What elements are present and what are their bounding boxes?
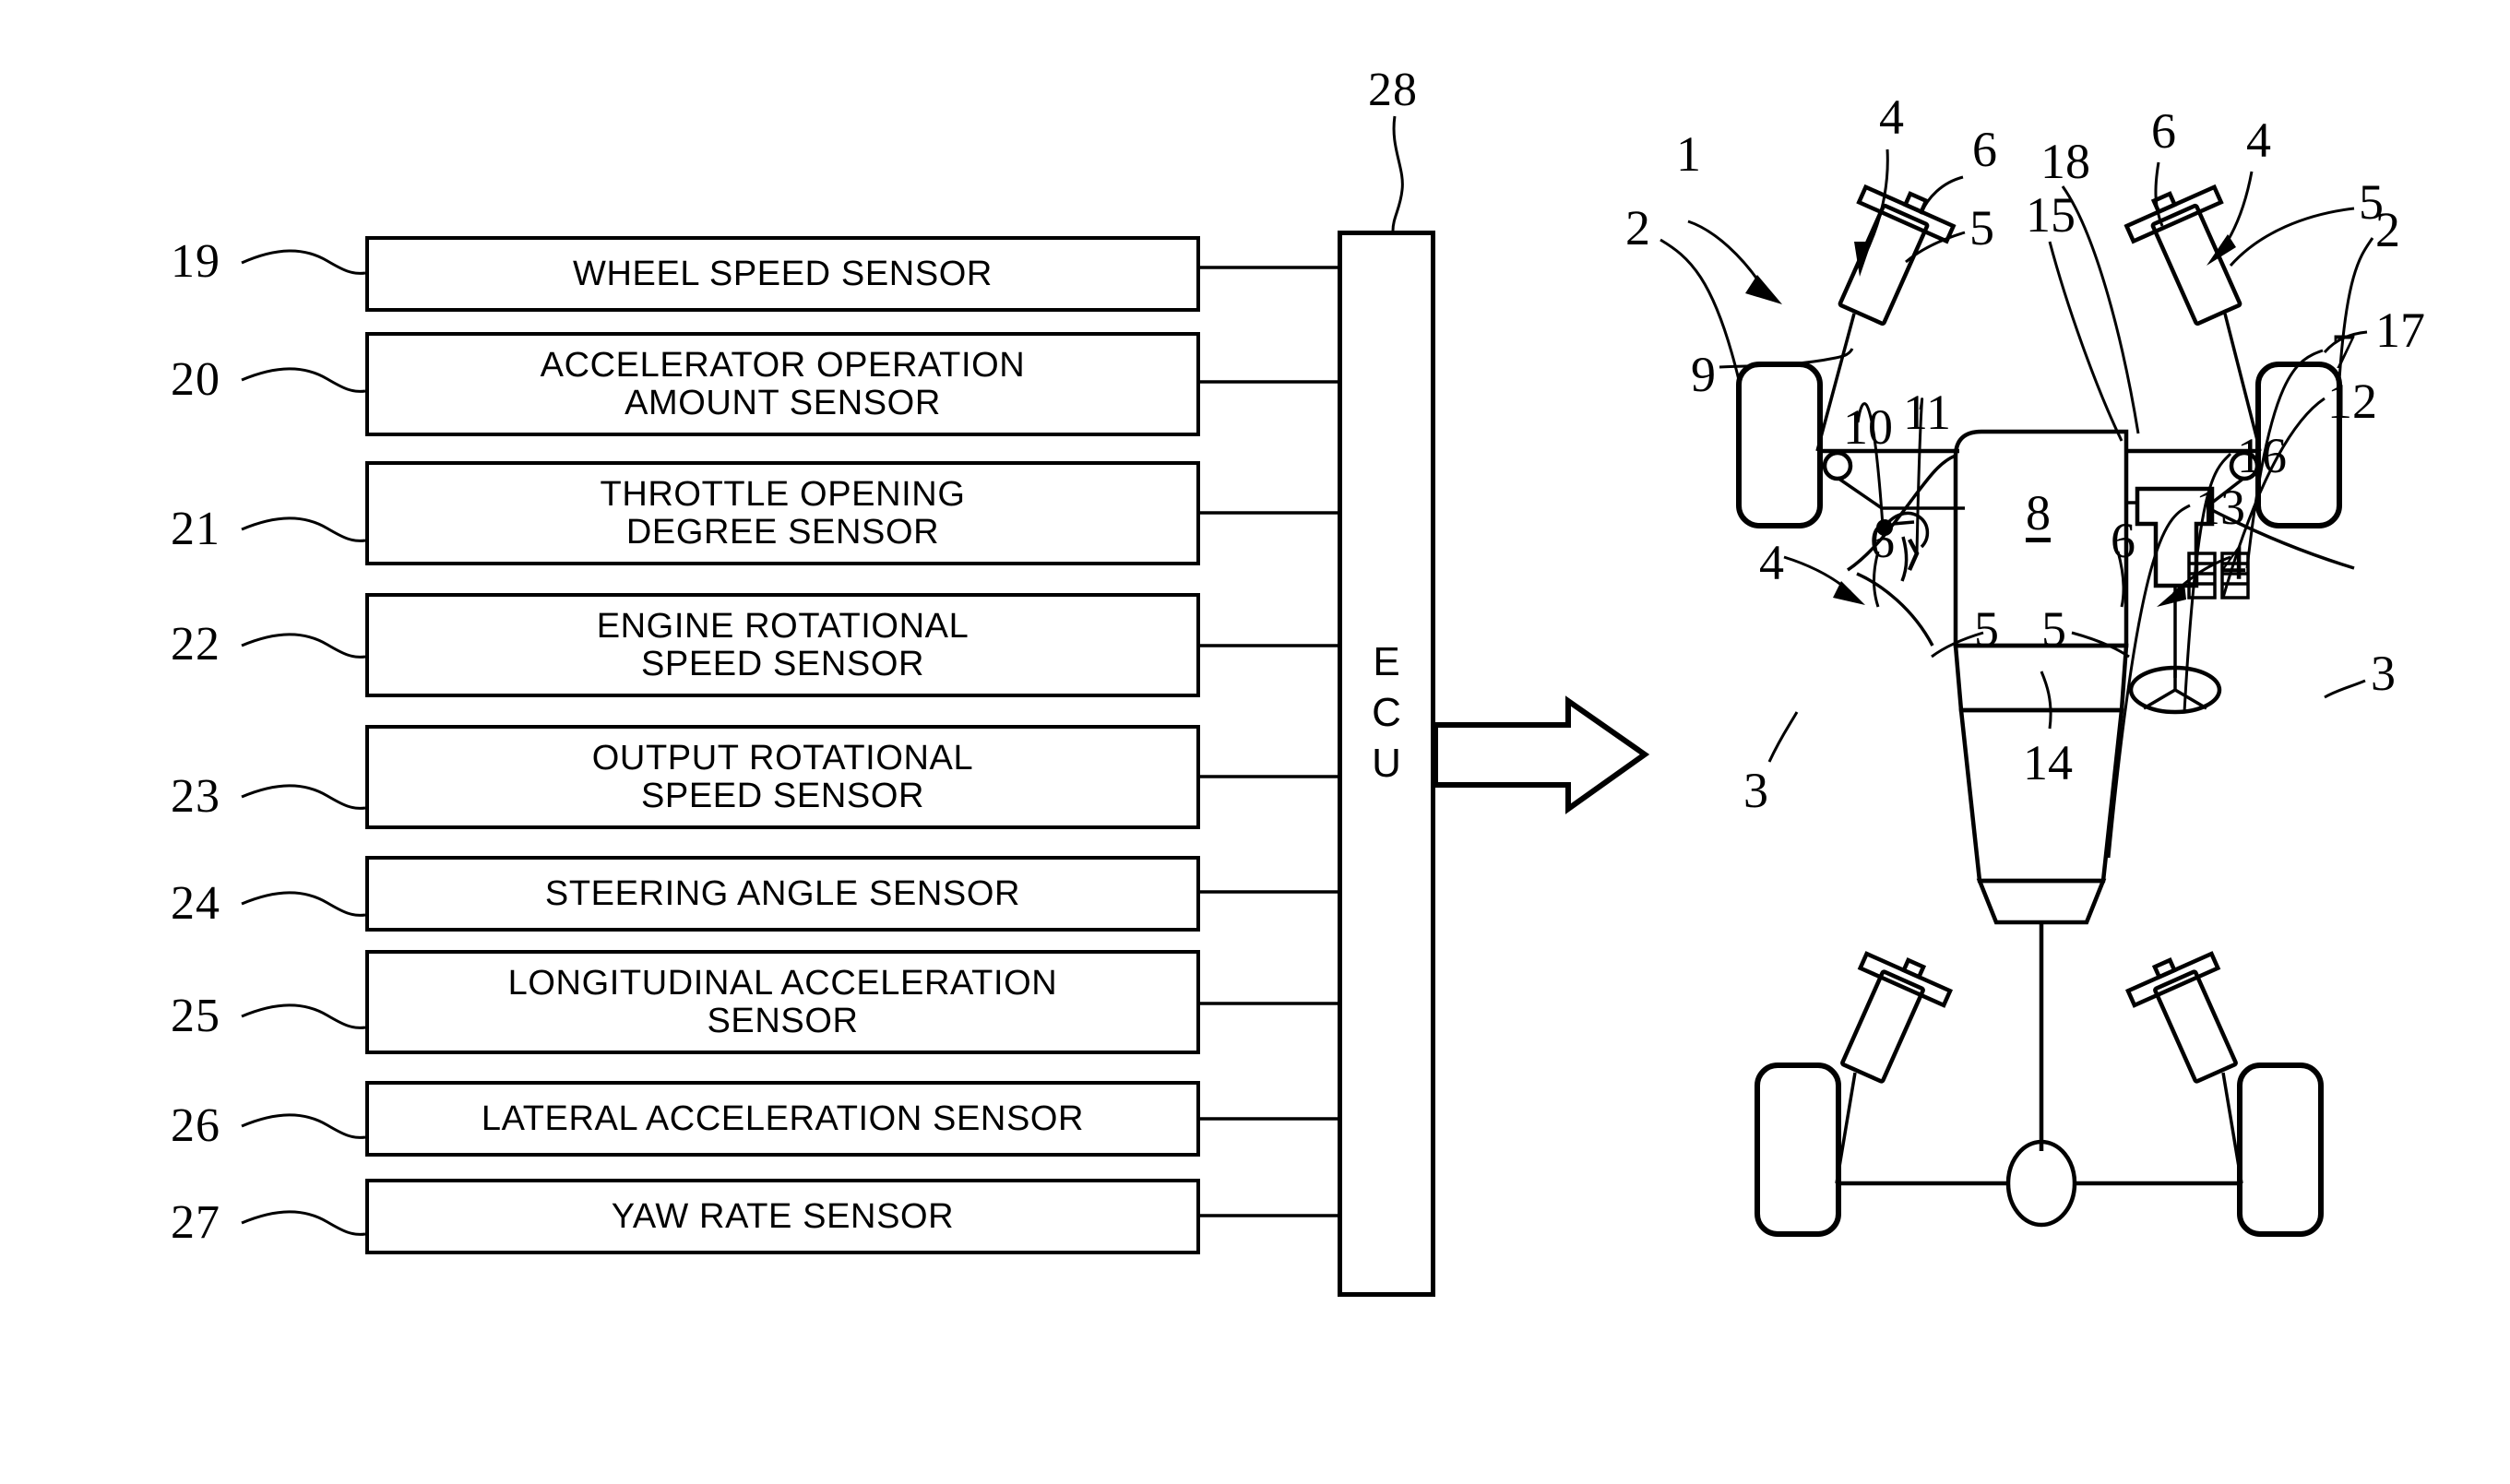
vehicle-ref-number-18: 18 [2040, 134, 2090, 189]
ref-number-23: 23 [171, 770, 220, 823]
differential [1838, 1142, 2240, 1225]
vehicle-ref-number-2: 2 [2375, 202, 2400, 257]
vehicle-ref-number-4: 4 [2221, 535, 2246, 590]
rear-left-wheel [1757, 1065, 1838, 1234]
vehicle-ref-number-17: 17 [2375, 303, 2425, 358]
vehicle-ref-number-4: 4 [1759, 535, 1784, 590]
ref-number-21: 21 [171, 503, 220, 555]
vehicle-ref-number-5: 5 [1969, 200, 1994, 255]
ref-number-27: 27 [171, 1196, 220, 1249]
sensor-box-lateral-acceleration: LATERAL ACCELERATION SENSOR [365, 1081, 1200, 1157]
sensor-box-yaw-rate: YAW RATE SENSOR [365, 1179, 1200, 1254]
steering-assembly [2131, 586, 2219, 712]
ref-number-19: 19 [171, 235, 220, 288]
ref-number-20: 20 [171, 353, 220, 406]
vehicle-ref-number-6: 6 [1972, 122, 1997, 177]
vehicle-ref-number-4: 4 [1879, 89, 1904, 145]
ref-number-25: 25 [171, 990, 220, 1042]
leader-lines-sensors [242, 251, 365, 1234]
sensor-label: YAW RATE SENSOR [611, 1196, 955, 1236]
vehicle-ref-number-3: 3 [1743, 763, 1768, 818]
sensor-box-steering-angle: STEERING ANGLE SENSOR [365, 856, 1200, 932]
vehicle-ref-number-2: 2 [1625, 200, 1650, 255]
sensor-to-ecu-connectors [1200, 267, 1339, 1216]
ecu-letter-c: C [1372, 690, 1401, 735]
vehicle-callout-leaders [1660, 149, 2373, 858]
engine-ref-label: 8 [2026, 485, 2051, 540]
sensor-box-accelerator-operation-amount: ACCELERATOR OPERATION AMOUNT SENSOR [365, 332, 1200, 436]
sensor-label: ENGINE ROTATIONAL SPEED SENSOR [596, 607, 970, 683]
ref-number-28: 28 [1368, 64, 1418, 116]
vehicle-ref-number-5: 5 [1974, 601, 1999, 657]
ref-number-22: 22 [171, 618, 220, 671]
vehicle-ref-number-4: 4 [2246, 113, 2271, 168]
vehicle-ref-number-10: 10 [1843, 399, 1893, 455]
sensor-label: ACCELERATOR OPERATION AMOUNT SENSOR [540, 346, 1026, 422]
ref-number-26: 26 [171, 1099, 220, 1152]
vehicle-ref-number-14: 14 [2023, 735, 2073, 790]
sensor-box-engine-rotational-speed: ENGINE ROTATIONAL SPEED SENSOR [365, 593, 1200, 697]
vehicle-ref-number-12: 12 [2327, 374, 2377, 429]
sensor-box-longitudinal-acceleration: LONGITUDINAL ACCELERATION SENSOR [365, 950, 1200, 1054]
sensor-label: THROTTLE OPENING DEGREE SENSOR [600, 475, 966, 552]
vehicle-ref-number-6: 6 [2111, 513, 2135, 568]
sensor-label: LONGITUDINAL ACCELERATION SENSOR [507, 964, 1058, 1040]
flow-arrow-icon [1435, 701, 1645, 809]
vehicle-ref-number-9: 9 [1691, 347, 1716, 402]
rear-right-wheel [2240, 1065, 2321, 1234]
ecu-letter-e: E [1373, 639, 1400, 684]
sensor-box-output-rotational-speed: OUTPUT ROTATIONAL SPEED SENSOR [365, 725, 1200, 829]
ecu-label: E C U [1356, 636, 1417, 789]
vehicle-ref-number-5: 5 [2041, 601, 2066, 657]
rear-left-strut [1837, 954, 1950, 1183]
sensor-label: STEERING ANGLE SENSOR [544, 873, 1021, 913]
throttle-linkage [1848, 456, 1956, 646]
vehicle-ref-number-7: 7 [2331, 324, 2356, 379]
sensor-box-throttle-opening-degree: THROTTLE OPENING DEGREE SENSOR [365, 461, 1200, 565]
vehicle-ref-number-1: 1 [1676, 126, 1701, 182]
rear-right-strut [2128, 954, 2242, 1183]
figure-canvas: WHEEL SPEED SENSOR 19 ACCELERATOR OPERAT… [0, 0, 2510, 1484]
vehicle-ref-number-11: 11 [1903, 385, 1951, 440]
sensor-label: WHEEL SPEED SENSOR [573, 254, 993, 293]
front-left-wheel [1739, 364, 1820, 526]
leader-line-28 [1393, 116, 1402, 231]
vehicle-ref-number-15: 15 [2026, 187, 2076, 243]
vehicle-ref-number-6: 6 [2151, 103, 2176, 159]
sensor-label: LATERAL ACCELERATION SENSOR [481, 1098, 1085, 1138]
sensor-box-wheel-speed: WHEEL SPEED SENSOR [365, 236, 1200, 312]
vehicle-ref-number-13: 13 [2195, 480, 2245, 535]
sensor-label: OUTPUT ROTATIONAL SPEED SENSOR [591, 739, 974, 815]
vehicle-ref-number-6: 6 [1870, 513, 1895, 568]
ecu-letter-u: U [1372, 741, 1401, 786]
vehicle-ref-number-16: 16 [2237, 428, 2287, 483]
front-right-strut [2126, 187, 2260, 451]
vehicle-ref-number-3: 3 [2371, 646, 2396, 701]
ref-number-24: 24 [171, 877, 220, 930]
